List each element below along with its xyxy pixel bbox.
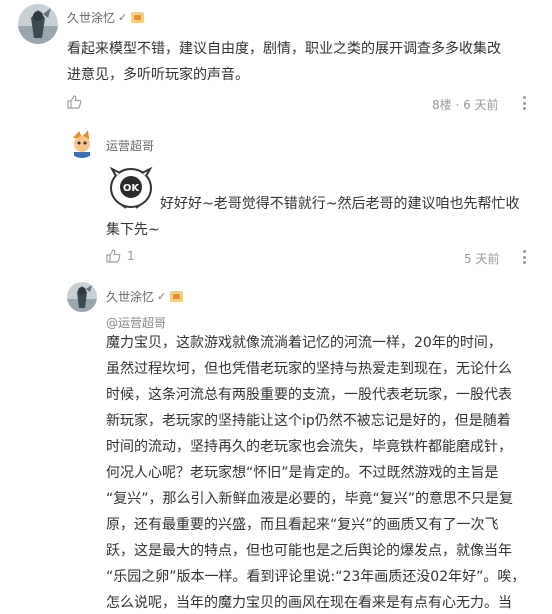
text-line: 时间的流动，坚持再久的老玩家也会流失，毕竟铁杵都能磨成针， [106,439,512,455]
verified-icon: ✓ [118,11,128,24]
text-line: 魔力宝贝，这款游戏就像流淌着记忆的河流一样，20年的时间， [106,335,502,351]
level-badge-icon [131,12,145,23]
text-line: 虽然过程坎坷，但也凭借老玩家的坚持与热爱走到现在，无论什么 [106,361,512,377]
reply-author[interactable]: 久世涂忆 ✓ [106,288,184,305]
reply-text-cont: 集下先~ [106,217,160,243]
avatar[interactable] [67,282,97,312]
more-dots-icon[interactable] [523,96,527,110]
username[interactable]: 运营超哥 [106,137,154,154]
text-line: 怎么说呢，当年的魔力宝贝的画风在现在看来是有点有心无力。当 [106,595,512,611]
user-avatar-image [18,4,58,44]
username[interactable]: 久世涂忆 [106,288,154,305]
user-avatar-image [67,282,97,312]
reply-text: 魔力宝贝，这款游戏就像流淌着记忆的河流一样，20年的时间， 虽然过程坎坷，但也凭… [106,330,525,614]
reply-text: 好好好~老哥觉得不错就行~然后老哥的建议咱也先帮忙收 [160,191,519,217]
text-line: 何况人心呢？老玩家想“怀旧”是肯定的。不过既然游戏的主旨是 [106,465,499,481]
text-line: “乐园之卵”版本一样。看到评论里说:“23年画质还没02年好”。唉， [106,569,526,585]
thumbs-up-icon [67,95,82,109]
text-line: 好好好~老哥觉得不错就行~然后老哥的建议咱也先帮忙收 [160,196,520,212]
text-line: 时候，这条河流总有两股重要的支流，一股代表老玩家，一股代表 [106,387,512,403]
user-avatar-image [67,128,97,158]
text-line: 集下先~ [106,222,160,238]
text-line: 看起来模型不错，建议自由度，剧情，职业之类的展开调查多多收集改 [67,41,501,57]
text-line: 新玩家，老玩家的坚持能让这个ip仍然不被忘记是好的，但是随着 [106,413,511,429]
mention-link[interactable]: @运营超哥 [106,314,166,331]
comment-author[interactable]: 久世涂忆 ✓ [67,9,145,26]
like-count: 1 [127,249,135,263]
text-line: “复兴”，那么引入新鲜血液是必要的，毕竟“复兴”的意思不只是复 [106,491,514,507]
more-dots-icon[interactable] [523,250,527,264]
username[interactable]: 久世涂忆 [67,9,115,26]
reply-meta: 5 天前 [464,252,500,266]
thumbs-up-icon [106,249,121,263]
level-badge-icon [170,291,184,302]
comment-text: 看起来模型不错，建议自由度，剧情，职业之类的展开调查多多收集改 进意见，多听听玩… [67,36,501,88]
text-line: 进意见，多听听玩家的声音。 [67,67,249,83]
text-line: 跃，这是最大的特点，但也可能也是之后舆论的爆发点，就像当年 [106,543,512,559]
text-line: 原，还有最重要的兴盛，而且看起来“复兴”的画质又有了一次飞 [106,517,499,533]
like-button[interactable]: 1 [106,249,135,263]
reply-author[interactable]: 运营超哥 [106,137,154,154]
comment-meta: 8楼 · 6 天前 [432,98,499,112]
avatar[interactable] [18,4,58,44]
verified-icon: ✓ [157,290,167,303]
sticker-label: OK [123,183,141,194]
like-button[interactable] [67,95,82,109]
ok-sticker-icon: OK [108,164,154,214]
avatar[interactable] [67,128,97,158]
